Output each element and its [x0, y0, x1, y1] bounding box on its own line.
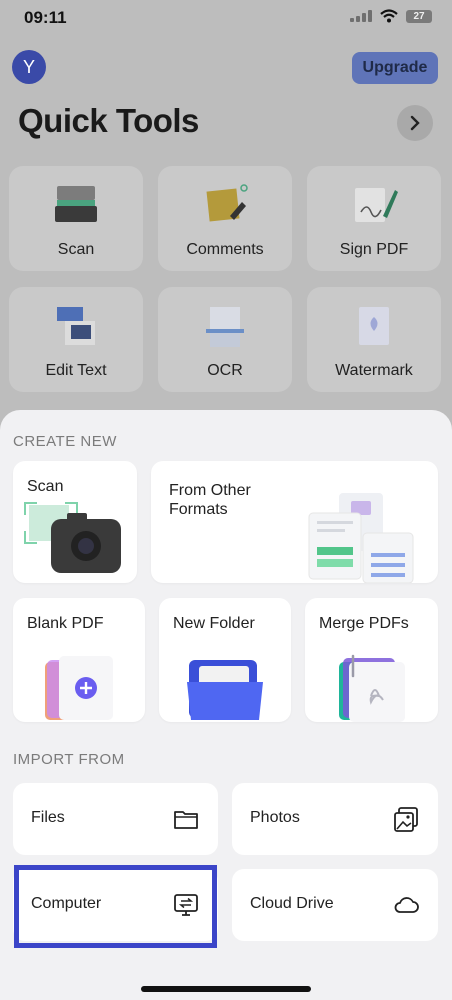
- status-bar: 09:11 27: [0, 0, 452, 40]
- sticky-note-icon: [206, 184, 248, 222]
- card-label: New Folder: [173, 615, 255, 632]
- blank-pdf-icon: [45, 656, 113, 720]
- status-time: 09:11: [24, 8, 67, 27]
- page-title: Quick Tools: [18, 102, 199, 139]
- cloud-icon: [394, 897, 419, 913]
- import-files-button[interactable]: Files: [13, 783, 218, 855]
- tool-scan[interactable]: Scan: [9, 166, 143, 271]
- chevron-right-icon: [410, 115, 420, 131]
- tool-label: Scan: [57, 241, 95, 258]
- card-label: Merge PDFs: [319, 615, 409, 632]
- tool-label: Comments: [186, 241, 264, 258]
- ocr-icon: [206, 307, 244, 347]
- tool-edit-text[interactable]: Edit Text: [9, 287, 143, 392]
- card-label-line2: Formats: [169, 501, 228, 518]
- create-new-folder-card[interactable]: New Folder: [159, 598, 291, 722]
- status-icons: 27: [350, 9, 432, 23]
- sign-pen-icon: [355, 188, 398, 222]
- tool-comments[interactable]: Comments: [158, 166, 292, 271]
- folder-outline-icon: [174, 811, 198, 829]
- import-cloud-drive-button[interactable]: Cloud Drive: [232, 869, 438, 941]
- selection-highlight: [14, 865, 217, 948]
- tool-watermark[interactable]: Watermark: [307, 287, 441, 392]
- merge-pdfs-icon: [339, 654, 405, 722]
- card-label: Blank PDF: [27, 615, 104, 632]
- import-photos-button[interactable]: Photos: [232, 783, 438, 855]
- home-indicator: [141, 986, 311, 992]
- create-blank-pdf-card[interactable]: Blank PDF: [13, 598, 145, 722]
- photos-icon: [394, 807, 418, 832]
- battery-icon: 27: [406, 9, 432, 23]
- upgrade-button[interactable]: Upgrade: [352, 52, 438, 84]
- tool-ocr[interactable]: OCR: [158, 287, 292, 392]
- more-tools-button[interactable]: [397, 105, 433, 141]
- wifi-icon: [380, 9, 398, 23]
- tool-label: Watermark: [335, 362, 413, 379]
- avatar[interactable]: Y: [12, 50, 46, 84]
- create-from-other-formats-card[interactable]: From Other Formats: [151, 461, 438, 583]
- cellular-signal-icon: [350, 10, 372, 22]
- tool-label: OCR: [207, 362, 243, 379]
- import-label: Files: [31, 809, 65, 826]
- import-label: Photos: [250, 809, 300, 826]
- card-label-line1: From Other: [169, 482, 251, 499]
- create-merge-pdfs-card[interactable]: Merge PDFs: [305, 598, 438, 722]
- tool-label: Sign PDF: [339, 241, 409, 258]
- folder-icon: [187, 660, 263, 720]
- card-label: Scan: [27, 478, 64, 495]
- scanner-icon: [55, 186, 97, 222]
- tool-label: Edit Text: [45, 362, 107, 379]
- section-create-new: CREATE NEW: [13, 433, 117, 450]
- watermark-icon: [359, 307, 389, 345]
- section-import-from: IMPORT FROM: [13, 751, 125, 768]
- documents-icon: [308, 493, 414, 583]
- edit-text-icon: [57, 307, 95, 345]
- camera-icon: [24, 502, 121, 573]
- tool-sign-pdf[interactable]: Sign PDF: [307, 166, 441, 271]
- import-label: Cloud Drive: [250, 895, 334, 912]
- create-scan-card[interactable]: Scan: [13, 461, 137, 583]
